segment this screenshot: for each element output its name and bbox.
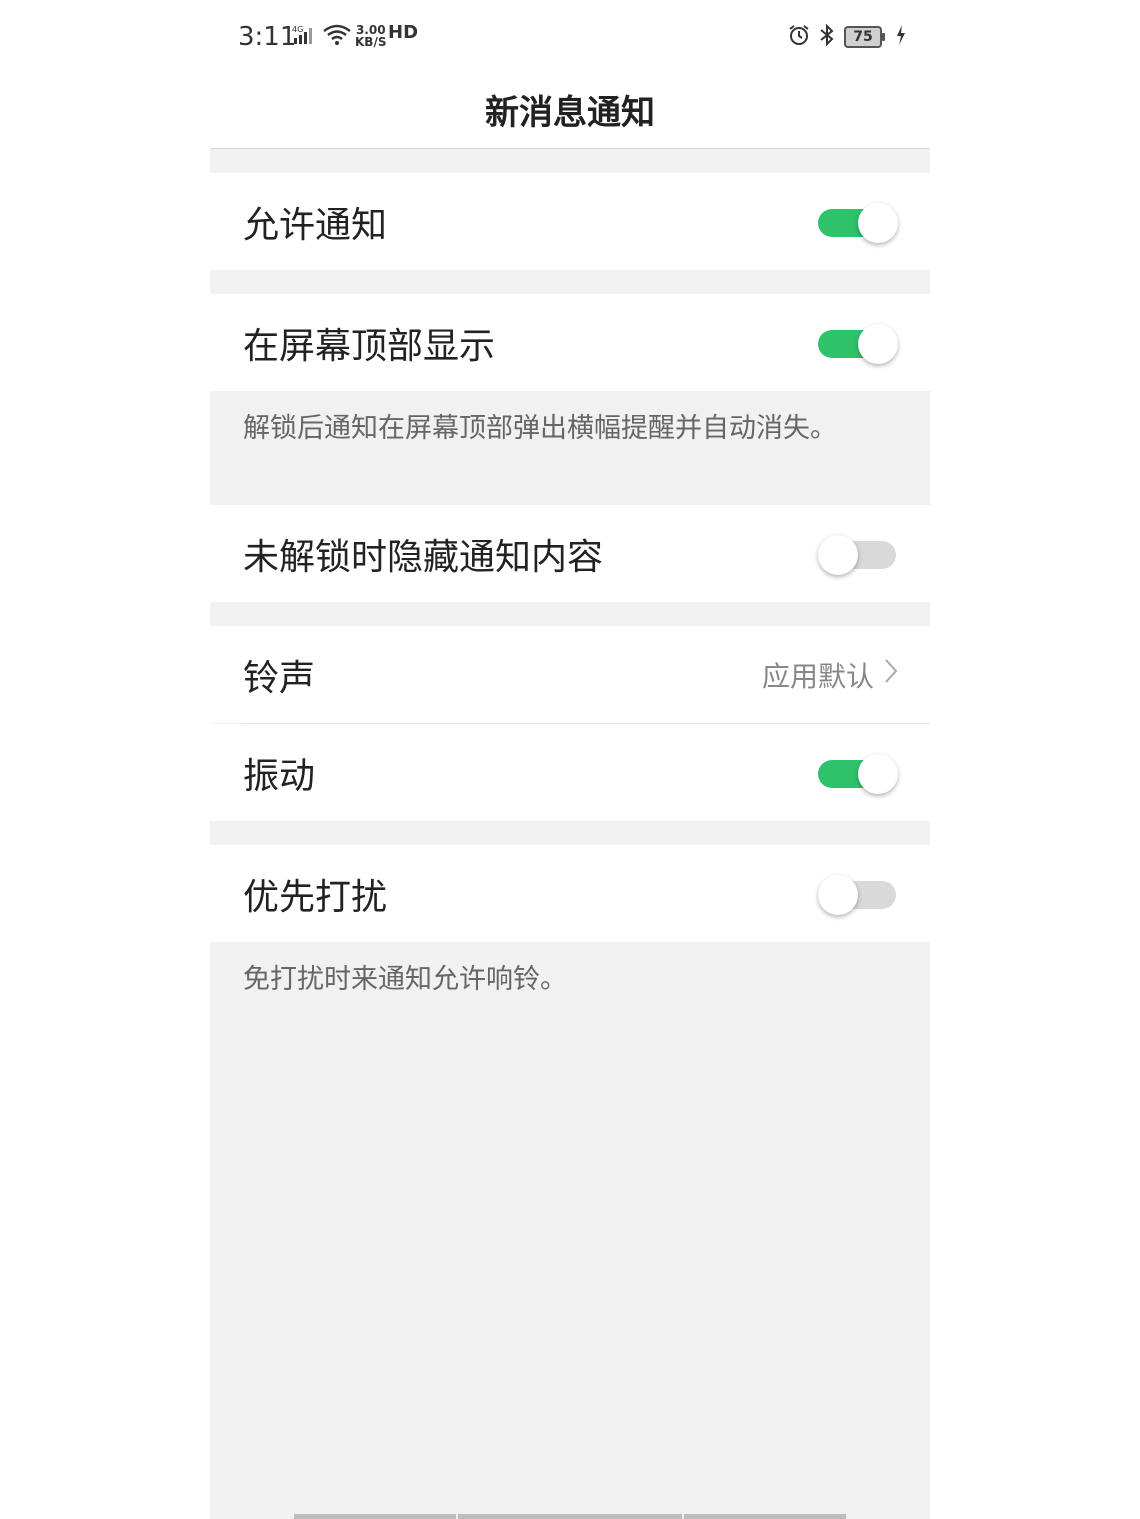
alarm-icon: [788, 24, 810, 50]
toggle-knob: [818, 874, 858, 915]
row-allow-notifications[interactable]: 允许通知: [210, 173, 930, 270]
speed-unit: KB/S: [355, 35, 387, 49]
network-type: 4G: [292, 25, 303, 34]
bluetooth-icon: [818, 23, 836, 50]
row-vibrate[interactable]: 振动: [210, 724, 930, 821]
allow-notifications-toggle[interactable]: [818, 202, 898, 243]
row-ringtone[interactable]: 铃声 应用默认: [210, 626, 930, 723]
ringtone-value-wrap: 应用默认: [762, 655, 898, 695]
bottom-hint-bar: [684, 1514, 846, 1519]
ringtone-label: 铃声: [243, 657, 316, 699]
status-right-icons: 75: [788, 23, 906, 50]
title-bar: 新消息通知: [210, 70, 930, 149]
toggle-knob: [858, 323, 898, 364]
hd-badge: HD: [388, 22, 419, 43]
charging-icon: [896, 25, 906, 49]
bottom-hint-bar: [458, 1514, 682, 1519]
hide-content-toggle[interactable]: [818, 534, 898, 575]
ringtone-value: 应用默认: [761, 659, 874, 693]
row-show-on-top[interactable]: 在屏幕顶部显示: [210, 294, 930, 391]
row-hide-content-locked[interactable]: 未解锁时隐藏通知内容: [210, 505, 930, 602]
priority-toggle[interactable]: [818, 874, 898, 915]
row-priority[interactable]: 优先打扰: [210, 845, 930, 942]
vibrate-toggle[interactable]: [818, 753, 898, 794]
priority-label: 优先打扰: [243, 876, 388, 918]
vibrate-label: 振动: [243, 755, 316, 797]
battery-icon: 75: [844, 26, 885, 48]
page-title: 新消息通知: [485, 92, 655, 133]
priority-description: 免打扰时来通知允许响铃。: [243, 964, 567, 995]
status-bar: 3:11 4G 3.00 KB/S HD 75: [210, 0, 930, 70]
wifi-icon: [322, 24, 352, 50]
toggle-knob: [818, 534, 858, 575]
toggle-knob: [858, 202, 898, 243]
settings-screen: 3:11 4G 3.00 KB/S HD 75 新消息通知 允许通知 在屏幕顶部…: [210, 0, 930, 1519]
allow-notifications-label: 允许通知: [243, 204, 388, 246]
network-speed: 3.00 KB/S: [355, 24, 386, 48]
show-on-top-description: 解锁后通知在屏幕顶部弹出横幅提醒并自动消失。: [243, 413, 837, 444]
bottom-hint-bar: [294, 1514, 456, 1519]
chevron-right-icon: [884, 658, 898, 691]
show-on-top-label: 在屏幕顶部显示: [243, 325, 496, 367]
cellular-signal-icon: 4G: [292, 24, 316, 50]
toggle-knob: [858, 753, 898, 794]
status-time: 3:11: [238, 22, 297, 52]
show-on-top-toggle[interactable]: [818, 323, 898, 364]
hide-content-label: 未解锁时隐藏通知内容: [243, 536, 604, 578]
